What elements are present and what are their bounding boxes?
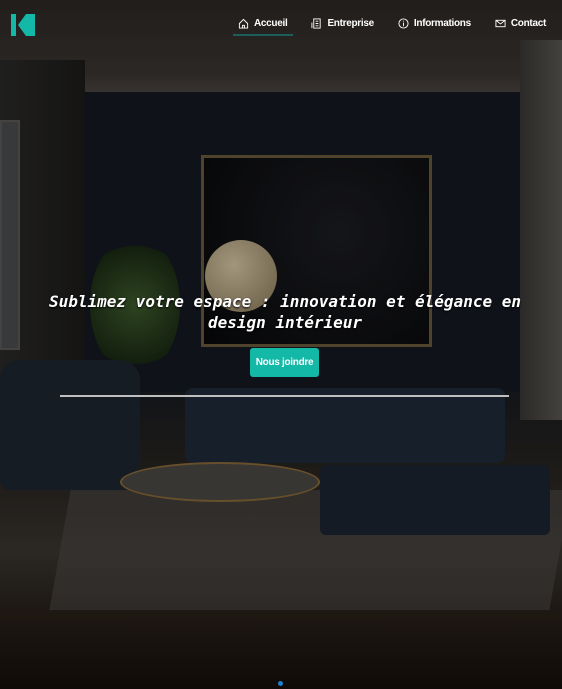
hero-section: Accueil Entreprise Informations Contact … bbox=[0, 0, 562, 689]
top-nav: Accueil Entreprise Informations Contact bbox=[0, 0, 562, 45]
info-icon bbox=[398, 17, 409, 29]
nav-label: Entreprise bbox=[327, 17, 374, 29]
nav-item-informations[interactable]: Informations bbox=[398, 14, 471, 32]
divider bbox=[60, 395, 509, 397]
building-icon bbox=[311, 17, 322, 29]
home-icon bbox=[238, 18, 249, 29]
nav-item-entreprise[interactable]: Entreprise bbox=[311, 14, 374, 32]
mail-icon bbox=[495, 19, 506, 27]
contact-button[interactable]: Nous joindre bbox=[250, 348, 319, 377]
hero-overlay bbox=[0, 0, 562, 689]
nav-label: Informations bbox=[413, 17, 471, 29]
logo[interactable] bbox=[11, 13, 35, 37]
nav-item-accueil[interactable]: Accueil bbox=[232, 14, 294, 36]
nav-label: Contact bbox=[510, 17, 546, 29]
hero-title: Sublimez votre espace : innovation et él… bbox=[48, 292, 521, 332]
carousel-indicator-dot[interactable] bbox=[278, 681, 283, 686]
nav-label: Accueil bbox=[253, 17, 288, 29]
nav-item-contact[interactable]: Contact bbox=[495, 14, 546, 32]
